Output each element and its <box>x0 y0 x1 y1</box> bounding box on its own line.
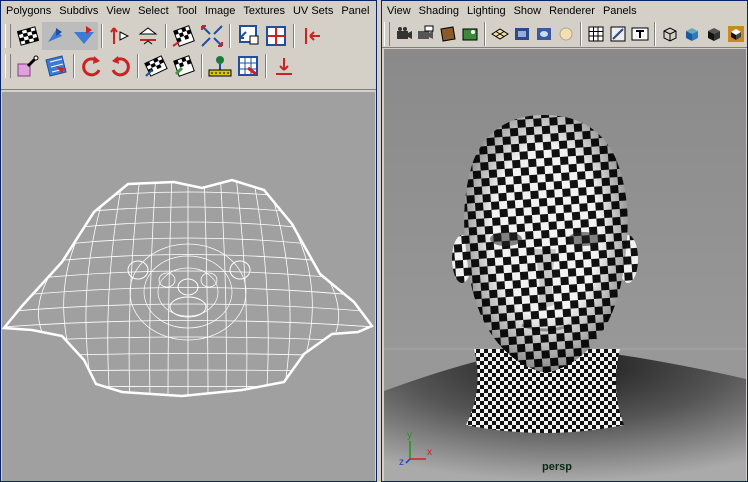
toolbar-handle[interactable] <box>5 54 11 78</box>
persp-menubar: View Shading Lighting Show Renderer Pane… <box>382 1 747 21</box>
axis-x-label: x <box>427 447 432 458</box>
camera-attr-icon[interactable] <box>415 23 437 45</box>
hud-icon[interactable] <box>629 23 651 45</box>
flip-u-icon[interactable] <box>42 22 70 50</box>
persp-toolbar <box>382 21 747 48</box>
axis-z-label: z <box>399 457 404 468</box>
cube-shaded-icon[interactable] <box>681 23 703 45</box>
menu-select[interactable]: Select <box>134 1 173 21</box>
relax-uv-icon[interactable] <box>170 52 198 80</box>
move-down-icon[interactable] <box>270 52 298 80</box>
uv-toolbar <box>1 21 376 90</box>
menu-tool[interactable]: Tool <box>173 1 201 21</box>
sew-uvs-icon[interactable] <box>206 52 234 80</box>
menu-textures[interactable]: Textures <box>239 1 289 21</box>
textured-head-model: y x z <box>384 49 746 481</box>
rotate-cw-icon[interactable] <box>106 52 134 80</box>
menu-polygons[interactable]: Polygons <box>1 1 55 21</box>
uv-menubar: Polygons Subdivs View Select Tool Image … <box>1 1 376 21</box>
menu-renderer[interactable]: Renderer <box>545 1 599 21</box>
menu-image[interactable]: Image <box>201 1 240 21</box>
move-left-icon[interactable] <box>298 22 326 50</box>
camera-icon[interactable] <box>393 23 415 45</box>
menu-panels[interactable]: Panels <box>599 1 641 21</box>
menu-shading[interactable]: Shading <box>415 1 463 21</box>
texture-icon[interactable] <box>555 23 577 45</box>
menu-panel[interactable]: Panel <box>337 1 373 21</box>
wireframe-icon[interactable] <box>511 23 533 45</box>
perspective-viewport[interactable]: y x z persp <box>384 49 746 481</box>
rotate-ccw-icon[interactable] <box>78 52 106 80</box>
bookmark-icon[interactable] <box>437 23 459 45</box>
menu-uv-sets[interactable]: UV Sets <box>289 1 337 21</box>
axis-y-label: y <box>407 430 412 441</box>
grid-uv-icon[interactable] <box>234 52 262 80</box>
menu-lighting[interactable]: Lighting <box>463 1 510 21</box>
unfold-uv-icon[interactable] <box>142 52 170 80</box>
toolbar-handle[interactable] <box>384 22 390 46</box>
cube-lit-icon[interactable] <box>725 23 747 45</box>
layout-uvs-icon[interactable] <box>198 22 226 50</box>
uv-texture-editor-panel: Polygons Subdivs View Select Tool Image … <box>0 0 377 482</box>
image-plane-icon[interactable] <box>459 23 481 45</box>
flip-v-icon[interactable] <box>70 22 98 50</box>
menu-view[interactable]: View <box>382 1 415 21</box>
menu-subdivs[interactable]: Subdivs <box>55 1 102 21</box>
select-shell-icon[interactable] <box>42 52 70 80</box>
menu-show[interactable]: Show <box>510 1 546 21</box>
cube-textured-icon[interactable] <box>703 23 725 45</box>
uv-snapshot-icon[interactable] <box>170 22 198 50</box>
checker-map-icon[interactable] <box>14 22 42 50</box>
xray-icon[interactable] <box>607 23 629 45</box>
mirror-v-icon[interactable] <box>134 22 162 50</box>
split-uvs-icon[interactable] <box>262 22 290 50</box>
toolbar-handle[interactable] <box>5 24 11 48</box>
smooth-shade-icon[interactable] <box>533 23 555 45</box>
uv-editor-viewport[interactable] <box>1 92 375 481</box>
grid-icon[interactable] <box>489 23 511 45</box>
camera-name-label: persp <box>542 461 572 473</box>
menu-view[interactable]: View <box>102 1 134 21</box>
perspective-view-panel: View Shading Lighting Show Renderer Pane… <box>381 0 748 482</box>
uv-wireframe-layout <box>1 178 374 398</box>
smudge-uv-icon[interactable] <box>14 52 42 80</box>
mirror-u-icon[interactable] <box>106 22 134 50</box>
cube-wire-icon[interactable] <box>659 23 681 45</box>
shadow-icon[interactable] <box>585 23 607 45</box>
scale-uvs-icon[interactable] <box>234 22 262 50</box>
